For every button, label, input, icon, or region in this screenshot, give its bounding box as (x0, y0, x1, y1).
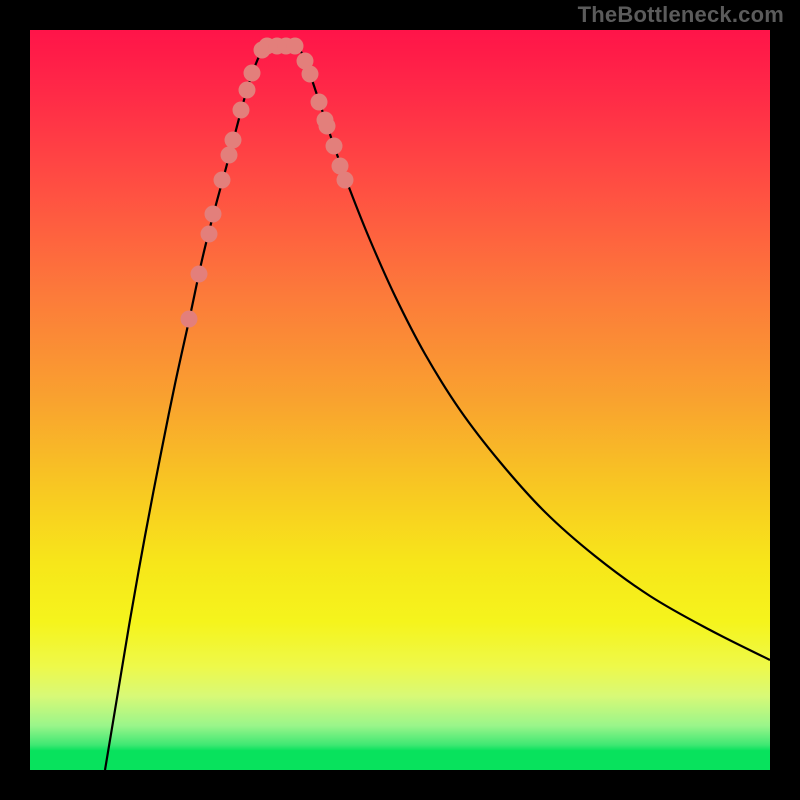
sample-point (311, 94, 328, 111)
sample-point (337, 172, 354, 189)
chart-frame: TheBottleneck.com (0, 0, 800, 800)
sample-point (287, 38, 304, 55)
sample-point (214, 172, 231, 189)
sample-point (205, 206, 222, 223)
sample-point (326, 138, 343, 155)
sample-point (244, 65, 261, 82)
sample-point (319, 118, 336, 135)
plot-area (30, 30, 770, 770)
attribution-label: TheBottleneck.com (578, 2, 784, 28)
sample-point (221, 147, 238, 164)
sample-point (201, 226, 218, 243)
sample-point (225, 132, 242, 149)
chart-svg (30, 30, 770, 770)
sample-point (191, 266, 208, 283)
curve-left (105, 46, 264, 770)
sample-point (233, 102, 250, 119)
sample-point (302, 66, 319, 83)
sample-point (239, 82, 256, 99)
sample-point (181, 311, 198, 328)
sample-points-group (181, 38, 354, 328)
curve-right (298, 46, 770, 660)
